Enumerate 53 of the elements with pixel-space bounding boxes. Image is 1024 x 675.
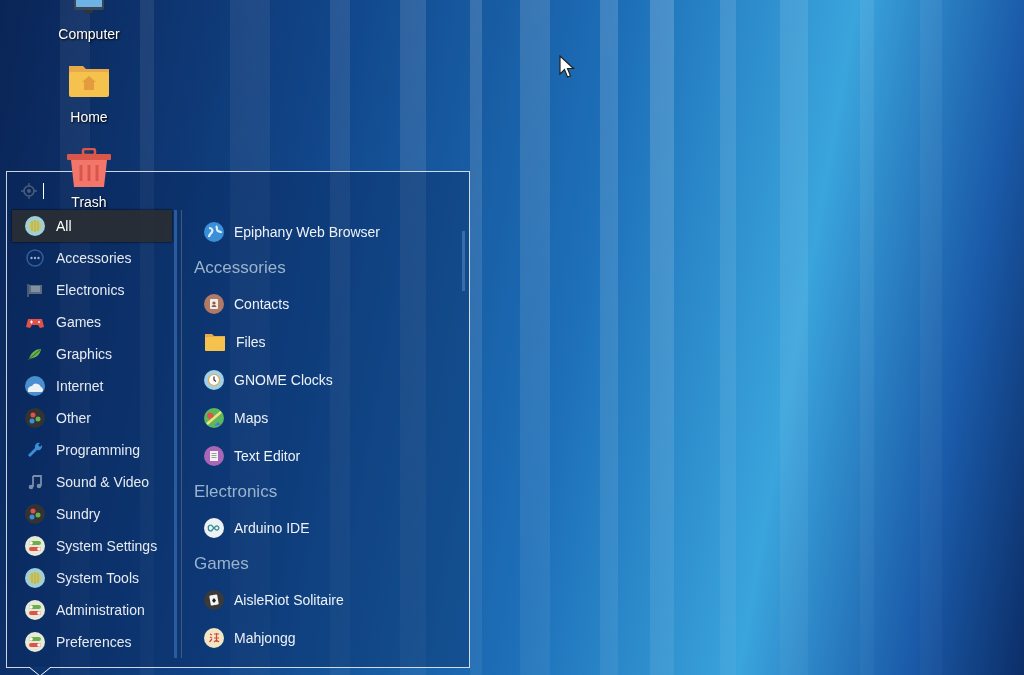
trash-icon[interactable]: [66, 148, 112, 188]
tools-icon: [25, 568, 45, 588]
category-item[interactable]: Sundry: [12, 498, 172, 530]
category-item[interactable]: Internet: [12, 370, 172, 402]
category-item[interactable]: All: [12, 210, 172, 242]
desktop-icon-label[interactable]: Home: [70, 108, 108, 126]
folder-icon: [204, 332, 226, 352]
category-item[interactable]: Programming: [12, 434, 172, 466]
app-item[interactable]: GNOME Clocks: [194, 361, 341, 399]
toggles-icon: [25, 536, 45, 556]
menu-pointer: [29, 667, 51, 675]
computer-icon[interactable]: [72, 0, 106, 14]
app-item[interactable]: Text Editor: [194, 437, 309, 475]
mahjong-tile-icon: [204, 628, 224, 648]
category-item[interactable]: System Tools: [12, 562, 172, 594]
clock-icon: [204, 370, 224, 390]
category-item[interactable]: Graphics: [12, 338, 172, 370]
infinity-icon: [204, 518, 224, 538]
desktop-icon-label[interactable]: Trash: [71, 193, 107, 211]
category-item[interactable]: Games: [12, 306, 172, 338]
playing-card-icon: [204, 590, 224, 610]
search-field[interactable]: [43, 182, 46, 200]
app-item[interactable]: Maps: [194, 399, 277, 437]
app-item[interactable]: AisleRiot Solitaire: [194, 581, 352, 619]
tools-icon: [25, 216, 45, 236]
cloud-icon: [25, 376, 45, 396]
desktop-icon-label[interactable]: Computer: [58, 25, 120, 43]
app-item[interactable]: Files: [194, 323, 274, 361]
category-item[interactable]: Other: [12, 402, 172, 434]
app-item[interactable]: Contacts: [194, 285, 298, 323]
dots-icon: [25, 248, 45, 268]
gears-icon: [25, 408, 45, 428]
category-item[interactable]: System Settings: [12, 530, 172, 562]
gears-icon: [25, 504, 45, 524]
search-icon: [21, 183, 37, 199]
section-header: Games: [194, 553, 249, 576]
app-item[interactable]: Epiphany Web Browser: [194, 213, 389, 251]
app-item[interactable]: Mahjongg: [194, 619, 304, 657]
folder-icon[interactable]: [67, 63, 111, 99]
section-header: Accessories: [194, 257, 286, 280]
toggles-icon: [25, 600, 45, 620]
category-item[interactable]: Sound & Video: [12, 466, 172, 498]
map-icon: [204, 408, 224, 428]
category-item[interactable]: Accessories: [12, 242, 172, 274]
text-document-icon: [204, 446, 224, 466]
category-item[interactable]: Preferences: [12, 626, 172, 658]
category-item[interactable]: Administration: [12, 594, 172, 626]
category-item[interactable]: Electronics: [12, 274, 172, 306]
toggles-icon: [25, 632, 45, 652]
section-header: Electronics: [194, 481, 278, 504]
app-item[interactable]: Arduino IDE: [194, 509, 318, 547]
contacts-icon: [204, 294, 224, 314]
mouse-pointer-icon: [559, 55, 575, 79]
